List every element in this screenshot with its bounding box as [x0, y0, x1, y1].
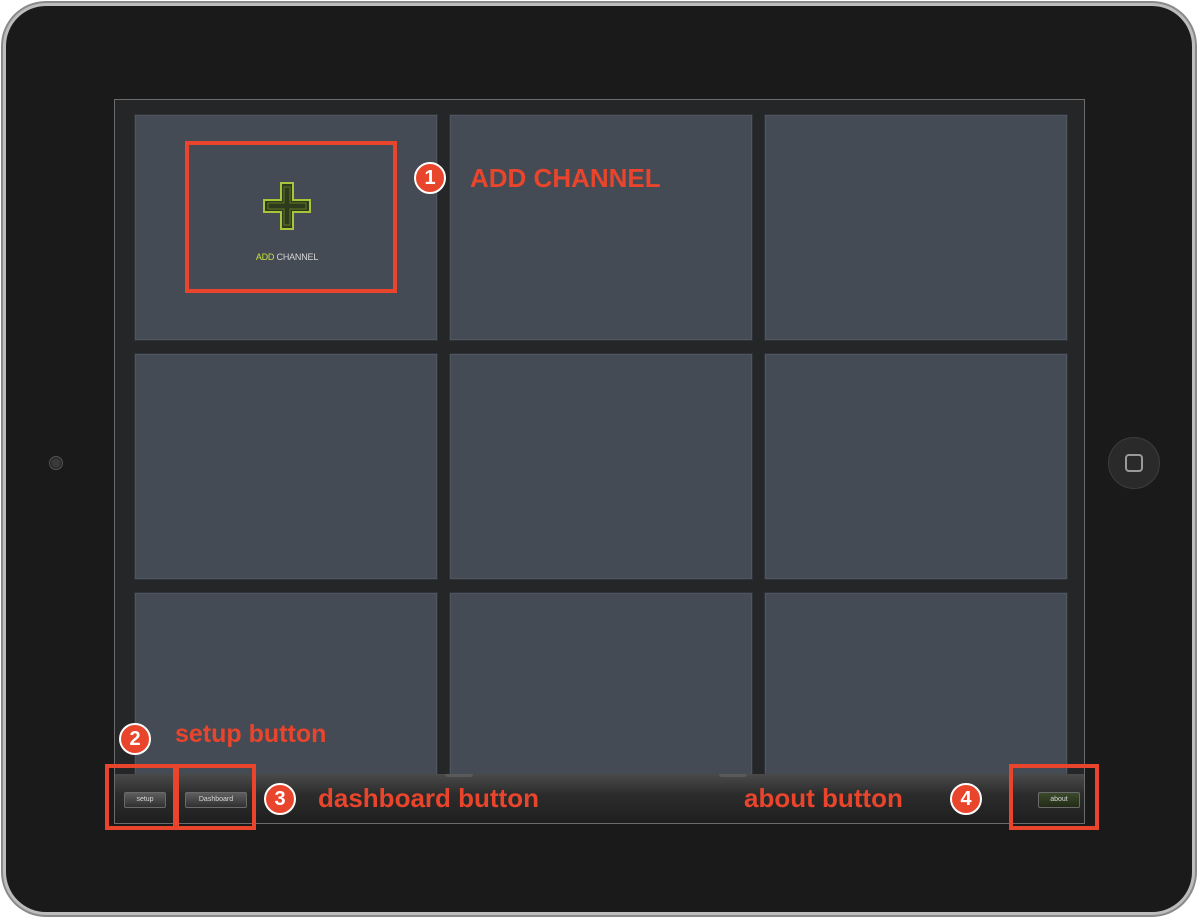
callout-box-about — [1009, 764, 1099, 830]
toolbar-notch — [719, 774, 747, 777]
camera-icon — [49, 456, 63, 470]
bottom-toolbar: setup Dashboard about — [115, 774, 1084, 823]
callout-text-setup: setup button — [175, 720, 327, 748]
callout-text-about: about button — [744, 783, 903, 813]
callout-badge-2: 2 — [119, 723, 151, 755]
callout-badge-4: 4 — [950, 783, 982, 815]
channel-tile[interactable] — [764, 353, 1068, 580]
callout-text-dashboard: dashboard button — [318, 783, 539, 813]
channel-tile[interactable] — [134, 353, 438, 580]
home-square-icon — [1125, 454, 1143, 472]
callout-text-add-channel: ADD CHANNEL — [470, 163, 661, 193]
callout-box-add-channel — [185, 141, 397, 293]
channel-tile[interactable] — [449, 353, 753, 580]
callout-badge-3: 3 — [264, 783, 296, 815]
channel-tile[interactable] — [764, 114, 1068, 341]
toolbar-notch — [445, 774, 473, 777]
callout-badge-1: 1 — [414, 162, 446, 194]
callout-box-setup — [105, 764, 177, 830]
callout-box-dashboard — [175, 764, 256, 830]
home-button[interactable] — [1108, 437, 1160, 489]
channel-tile[interactable] — [449, 114, 753, 341]
